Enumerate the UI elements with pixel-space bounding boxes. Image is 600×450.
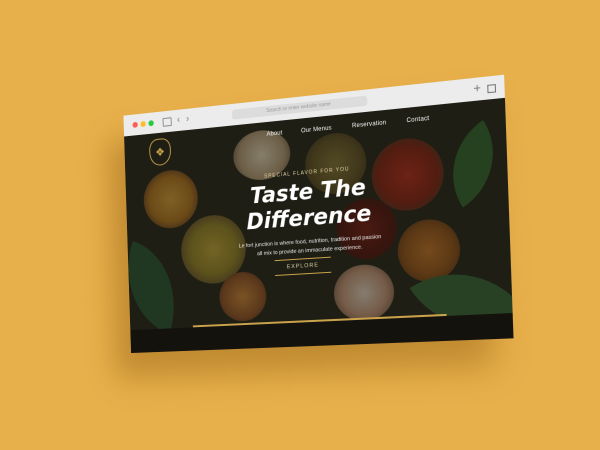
sidebar-icon[interactable] [162,117,172,127]
explore-button[interactable]: EXPLORE [274,256,332,277]
minimize-window-button[interactable] [140,120,146,128]
maximize-window-button[interactable] [148,120,154,127]
tabs-overview-icon[interactable] [487,83,497,94]
back-icon[interactable]: ‹ [177,113,180,127]
nav-link-contact[interactable]: Contact [406,116,429,124]
hero-section: ❖ About Our Menus Reservation Contact SP… [124,97,514,354]
nav-link-about[interactable]: About [266,130,282,137]
browser-window: ‹ › Search or enter website name + ❖ Abo [123,74,514,354]
scene: ‹ › Search or enter website name + ❖ Abo [0,0,600,450]
forward-icon[interactable]: › [186,112,189,126]
close-window-button[interactable] [132,121,138,128]
new-tab-icon[interactable]: + [473,80,481,95]
